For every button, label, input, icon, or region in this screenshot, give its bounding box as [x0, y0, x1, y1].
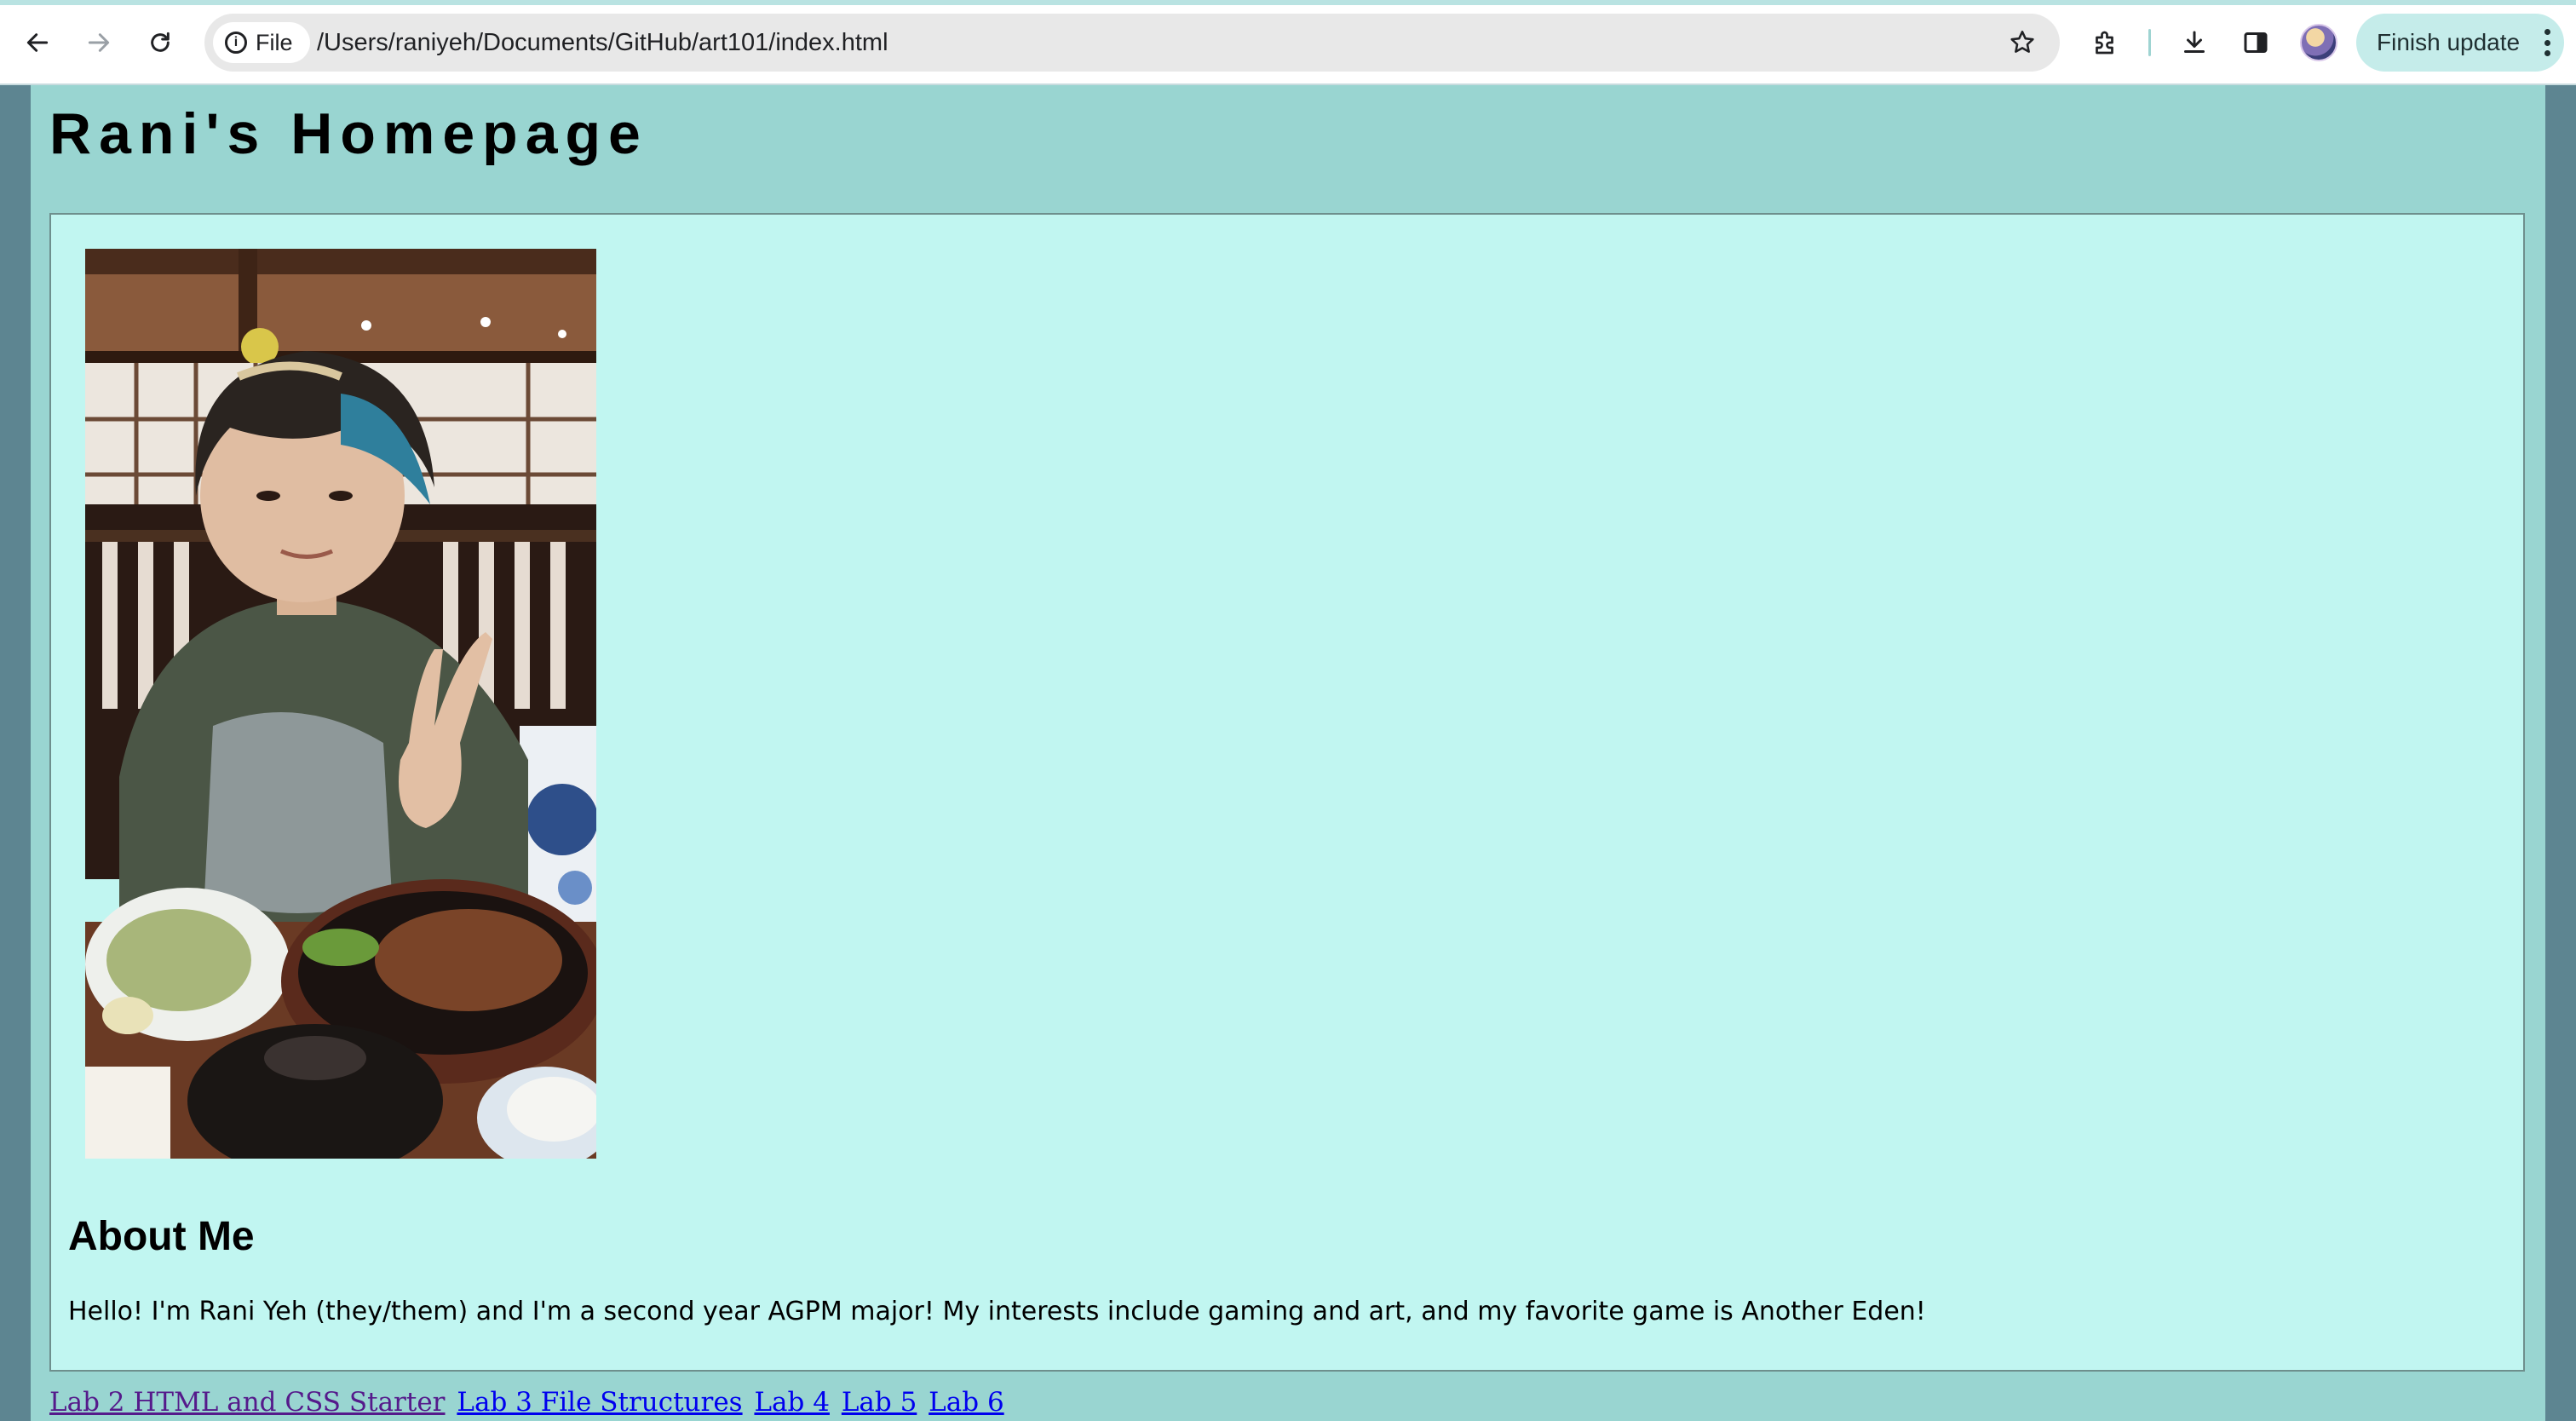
toolbar-divider	[2148, 29, 2151, 56]
extensions-icon	[2096, 31, 2113, 55]
reload-icon	[151, 32, 170, 52]
downloads-button[interactable]	[2172, 20, 2217, 65]
side-panel-button[interactable]	[2234, 20, 2278, 65]
link-lab-6[interactable]: Lab 6	[929, 1387, 1004, 1418]
finish-update-label: Finish update	[2377, 29, 2521, 55]
page-viewport: Rani's Homepage About Me Hello! I'm Rani…	[0, 85, 2576, 1421]
about-text: Hello! I'm Rani Yeh (they/them) and I'm …	[68, 1297, 1926, 1326]
address-bar[interactable]: i File /Users/raniyeh/Documents/GitHub/a…	[204, 14, 2060, 72]
link-lab-3[interactable]: Lab 3 File Structures	[457, 1387, 742, 1418]
bookmark-button[interactable]	[2005, 26, 2039, 60]
page-body: Rani's Homepage About Me Hello! I'm Rani…	[31, 85, 2545, 1421]
link-lab-2[interactable]: Lab 2 HTML and CSS Starter	[49, 1387, 446, 1418]
url-text[interactable]: /Users/raniyeh/Documents/GitHub/art101/i…	[317, 14, 888, 72]
about-heading: About Me	[68, 1214, 255, 1259]
url-scheme-label: File	[256, 29, 293, 55]
link-lab-4[interactable]: Lab 4	[754, 1387, 830, 1418]
link-lab-5[interactable]: Lab 5	[842, 1387, 917, 1418]
profile-photo	[85, 249, 596, 1159]
browser-toolbar: i File /Users/raniyeh/Documents/GitHub/a…	[0, 0, 2576, 85]
back-button[interactable]	[14, 19, 61, 66]
back-arrow-icon	[26, 33, 49, 52]
forward-arrow-icon	[88, 33, 110, 52]
star-icon	[2010, 30, 2034, 53]
tab-strip-edge	[0, 0, 2576, 5]
extensions-button[interactable]	[2084, 20, 2128, 65]
reload-button[interactable]	[136, 19, 184, 66]
side-panel-icon	[2244, 32, 2268, 53]
forward-button[interactable]	[75, 19, 123, 66]
info-icon: i	[225, 32, 247, 54]
profile-avatar[interactable]	[2300, 24, 2337, 61]
lab-links: Lab 2 HTML and CSS Starter Lab 3 File St…	[49, 1387, 1008, 1418]
content-card: About Me Hello! I'm Rani Yeh (they/them)…	[49, 213, 2525, 1372]
download-icon	[2184, 31, 2205, 53]
page-title: Rani's Homepage	[49, 101, 648, 166]
more-vert-icon	[2544, 29, 2550, 56]
finish-update-button[interactable]: Finish update	[2356, 14, 2564, 72]
site-info-chip[interactable]: i File	[213, 22, 310, 63]
